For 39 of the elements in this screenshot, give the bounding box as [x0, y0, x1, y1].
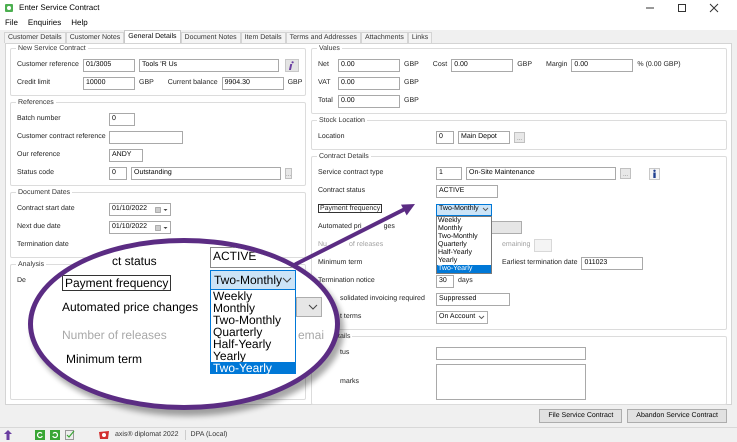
maximize-icon [677, 3, 687, 13]
text-area[interactable] [436, 364, 586, 400]
up-arrow-icon [4, 430, 12, 440]
app-icon [4, 3, 14, 13]
chevron-icon [308, 304, 318, 310]
refresh-icon [50, 430, 60, 440]
menu-item[interactable]: File [5, 17, 18, 29]
chevron-icon [482, 207, 489, 212]
field-label: Payment frequency [62, 275, 172, 291]
info-icon [285, 59, 299, 72]
dropdown-option[interactable]: Two-Monthly [211, 314, 295, 326]
dropdown-option[interactable]: Two-Yearly [211, 362, 295, 374]
menu-item[interactable]: Enquiries [28, 17, 62, 29]
calendar-icon [155, 206, 161, 212]
calendar-icon [155, 224, 161, 230]
caret-icon [163, 208, 168, 212]
field-label: ct status [112, 254, 157, 268]
close-icon [709, 3, 719, 13]
dropdown[interactable] [296, 297, 322, 317]
info-icon [649, 168, 660, 180]
logo-icon [98, 430, 110, 440]
window-title: Enter Service Contract [19, 2, 100, 14]
dropdown-option[interactable]: Yearly [211, 350, 295, 362]
chevron-icon [282, 276, 292, 284]
menu-item[interactable]: Help [71, 17, 88, 29]
field-label: emai [298, 328, 324, 342]
field-label: Number of releases [62, 328, 167, 342]
chevron-icon [478, 315, 485, 320]
caret-icon [163, 226, 168, 230]
field-label: Automated price changes [62, 300, 198, 314]
dropdown-option[interactable]: Quarterly [211, 326, 295, 338]
dropdown[interactable]: Two-Monthly [210, 270, 296, 290]
input-field[interactable] [109, 131, 183, 144]
input-field[interactable] [436, 347, 586, 360]
field-label: Minimum term [66, 352, 142, 366]
refresh-icon [35, 430, 45, 440]
dropdown-option[interactable]: Monthly [211, 302, 295, 314]
dropdown-option[interactable]: Weekly [211, 290, 295, 302]
dropdown-option[interactable]: Half-Yearly [211, 338, 295, 350]
